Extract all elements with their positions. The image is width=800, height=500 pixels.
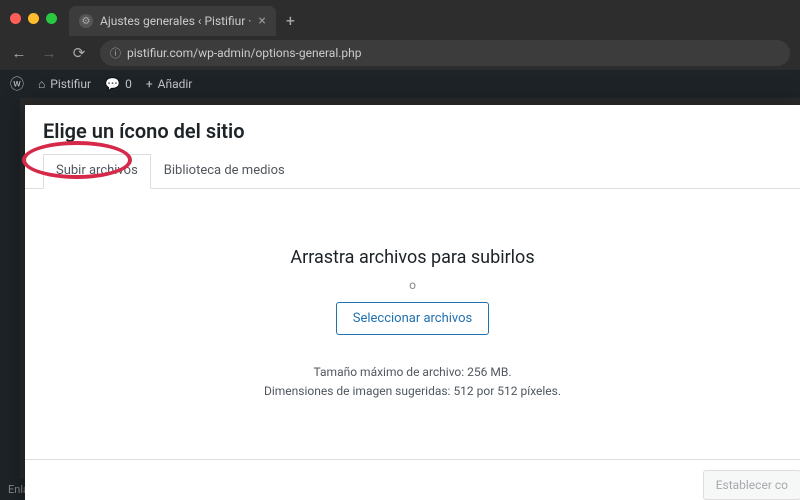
- dropzone-heading: Arrastra archivos para subirlos: [290, 247, 534, 268]
- tab-title: Ajustes generales ‹ Pistifiur ·: [100, 14, 251, 28]
- add-new-label: Añadir: [158, 77, 193, 91]
- tab-favicon-icon: ⚙: [79, 14, 93, 28]
- wp-sidebar: [0, 98, 20, 500]
- forward-button[interactable]: →: [40, 44, 58, 62]
- media-modal: Elige un ícono del sitio Subir archivos …: [25, 105, 800, 500]
- close-tab-icon[interactable]: ×: [258, 13, 265, 29]
- tab-label: Subir archivos: [56, 163, 138, 178]
- tab-label: Biblioteca de medios: [164, 163, 285, 178]
- plus-icon: +: [146, 77, 153, 91]
- dropzone-or: o: [409, 278, 416, 292]
- new-tab-button[interactable]: +: [286, 11, 295, 30]
- browser-tab[interactable]: ⚙ Ajustes generales ‹ Pistifiur · ×: [69, 6, 276, 36]
- modal-footer: Establecer co: [25, 459, 800, 500]
- url-text: pistifiur.com/wp-admin/options-general.p…: [127, 46, 361, 60]
- reload-button[interactable]: ⟳: [70, 44, 88, 62]
- modal-title: Elige un ícono del sitio: [25, 105, 800, 153]
- home-icon: ⌂: [38, 77, 45, 91]
- set-site-icon-button[interactable]: Establecer co: [703, 470, 800, 500]
- site-info-icon[interactable]: ⓘ: [110, 45, 121, 61]
- select-files-button[interactable]: Seleccionar archivos: [336, 302, 490, 335]
- site-link[interactable]: ⌂ Pistifiur: [38, 77, 91, 91]
- select-files-label: Seleccionar archivos: [353, 311, 473, 326]
- back-button[interactable]: ←: [10, 44, 28, 62]
- modal-tabs: Subir archivos Biblioteca de medios: [25, 153, 800, 189]
- upload-dropzone[interactable]: Arrastra archivos para subirlos o Selecc…: [25, 189, 800, 459]
- add-new-link[interactable]: + Añadir: [146, 77, 193, 91]
- maximize-window-icon[interactable]: [46, 13, 57, 24]
- tab-media-library[interactable]: Biblioteca de medios: [151, 154, 298, 189]
- comment-icon: 💬: [105, 77, 120, 91]
- window-controls: [10, 13, 57, 24]
- browser-toolbar: ← → ⟳ ⓘ pistifiur.com/wp-admin/options-g…: [0, 36, 800, 70]
- wp-admin-bar: ⓦ ⌂ Pistifiur 💬 0 + Añadir: [0, 70, 800, 98]
- tab-upload-files[interactable]: Subir archivos: [43, 154, 151, 189]
- close-window-icon[interactable]: [10, 13, 21, 24]
- wordpress-logo-icon[interactable]: ⓦ: [10, 74, 24, 94]
- site-name: Pistifiur: [50, 77, 91, 91]
- set-button-label: Establecer co: [716, 478, 788, 492]
- comments-link[interactable]: 💬 0: [105, 77, 132, 91]
- suggested-dimensions: Dimensiones de imagen sugeridas: 512 por…: [264, 382, 561, 401]
- comments-count: 0: [125, 77, 132, 91]
- max-filesize: Tamaño máximo de archivo: 256 MB.: [264, 363, 561, 382]
- url-field[interactable]: ⓘ pistifiur.com/wp-admin/options-general…: [100, 40, 790, 66]
- minimize-window-icon[interactable]: [28, 13, 39, 24]
- upload-meta: Tamaño máximo de archivo: 256 MB. Dimens…: [264, 363, 561, 401]
- browser-tab-strip: ⚙ Ajustes generales ‹ Pistifiur · × +: [0, 0, 800, 36]
